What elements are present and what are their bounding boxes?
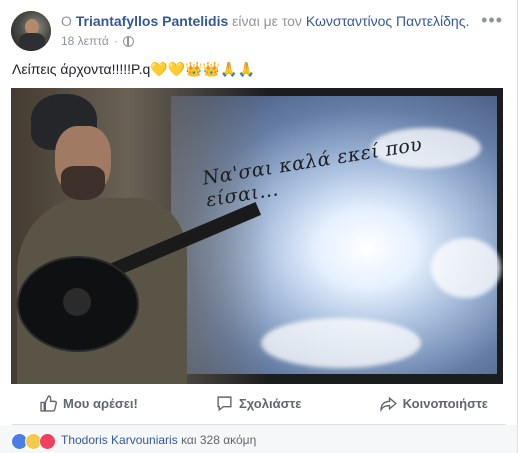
yellow-heart-emoji: 💛💛 <box>150 61 186 77</box>
cloud <box>431 238 501 298</box>
reactions-count[interactable]: και 328 ακόμη <box>181 433 256 447</box>
action-bar: Μου αρέσει! Σχολιάστε Κοινοποιήστε <box>12 389 506 417</box>
tagged-person-link[interactable]: Κωνσταντίνος Παντελίδης. <box>306 13 470 29</box>
praying-hands-emoji: 🙏🙏 <box>220 61 255 77</box>
post-text: Λείπεις άρχοντα!!!!!Ρ.q💛💛👑👑🙏🙏 <box>12 61 255 78</box>
reactions-summary[interactable]: Thodoris Karvouniaris και 328 ακόμη <box>61 433 256 447</box>
man-figure <box>11 88 271 384</box>
with-text: είναι με τον <box>232 13 302 29</box>
comment-icon <box>217 395 232 411</box>
reactor-name[interactable]: Thodoris Karvouniaris <box>61 433 178 447</box>
comment-button[interactable]: Σχολιάστε <box>198 395 319 412</box>
like-label: Μου αρέσει! <box>63 395 138 411</box>
post-image[interactable]: Να'σαι καλά εκεί που είσαι... <box>11 88 503 384</box>
crown-emoji: 👑👑 <box>185 61 221 77</box>
share-icon <box>379 396 397 412</box>
profile-avatar[interactable] <box>11 11 51 51</box>
reaction-icons[interactable] <box>11 433 56 450</box>
thumbs-up-icon <box>40 394 57 412</box>
guitar-icon <box>17 256 139 352</box>
post-card: Ο Triantafyllos Pantelidis είναι με τον … <box>0 0 518 453</box>
poster-name-link[interactable]: Triantafyllos Pantelidis <box>76 13 229 29</box>
post-message: Λείπεις άρχοντα!!!!!Ρ.q <box>12 61 151 77</box>
timestamp-link[interactable]: 18 λεπτά <box>61 34 109 48</box>
header-prefix: Ο <box>61 13 72 29</box>
post-meta: 18 λεπτά · <box>61 34 134 48</box>
globe-icon[interactable] <box>122 35 134 47</box>
share-label: Κοινοποιήστε <box>402 395 488 411</box>
comment-label: Σχολιάστε <box>238 395 302 411</box>
beard <box>61 166 105 200</box>
love-reaction-icon <box>39 433 56 450</box>
reactions-bar: Thodoris Karvouniaris και 328 ακόμη <box>0 425 517 453</box>
like-button[interactable]: Μου αρέσει! <box>12 394 156 412</box>
more-options-button[interactable]: ••• <box>481 10 503 31</box>
cloud <box>261 318 421 368</box>
share-button[interactable]: Κοινοποιήστε <box>362 395 506 412</box>
post-header: Ο Triantafyllos Pantelidis είναι με τον … <box>61 13 481 29</box>
